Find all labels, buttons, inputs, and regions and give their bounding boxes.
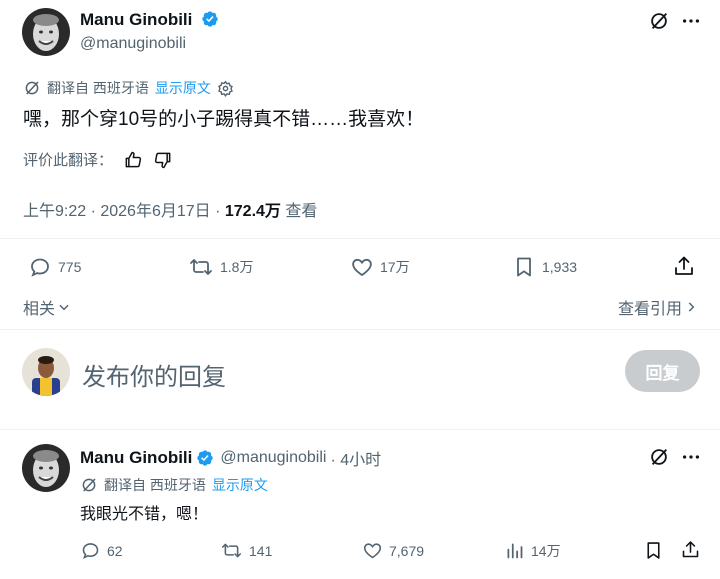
related-toggle[interactable]: 相关 [23, 295, 71, 319]
reply-text: 我眼光不错，嗯！ [80, 506, 209, 523]
reply-author-handle[interactable]: @manuginobili [220, 449, 326, 467]
tweet-text: 嘿，那个穿10号的小子踢得真不错……我喜欢！ [23, 109, 425, 130]
reply-author-name[interactable]: Manu Ginobili [80, 448, 192, 468]
rate-translation-row: 评价此翻译： [23, 149, 173, 170]
divider [0, 429, 720, 430]
retweet-icon [220, 540, 243, 561]
retweet-count: 1.8万 [220, 259, 254, 275]
view-quotes-link[interactable]: 查看引用 [618, 295, 698, 319]
reply-like-action[interactable]: 7,679 [362, 540, 424, 561]
divider [0, 329, 720, 330]
bookmark-count: 1,933 [542, 259, 578, 275]
author-name-row[interactable]: Manu Ginobili [80, 10, 219, 30]
retweet-action[interactable]: 1.8万 [188, 255, 253, 279]
reply-icon [28, 255, 52, 279]
divider [0, 238, 720, 239]
chevron-down-icon [57, 300, 71, 314]
view-quotes-label: 查看引用 [618, 301, 683, 318]
translation-bar: 翻译自 西班牙语 显示原文 [23, 78, 234, 98]
reply-translated-from-label: 翻译自 西班牙语 [104, 477, 206, 493]
reply-views-action[interactable]: 14万 [504, 540, 561, 561]
author-name[interactable]: Manu Ginobili [80, 10, 192, 29]
bookmark-action[interactable]: 1,933 [512, 255, 577, 279]
reply-translation-bar: 翻译自 西班牙语 显示原文 [80, 475, 268, 495]
reply-icon [80, 540, 101, 561]
share-icon[interactable] [672, 254, 696, 278]
reply-author-avatar[interactable] [22, 444, 70, 492]
translate-icon [80, 476, 98, 494]
translation-settings-icon[interactable] [217, 80, 234, 97]
reply-button[interactable]: 回复 [625, 350, 700, 392]
reply-reply-count: 62 [107, 542, 123, 559]
reply-retweet-count: 141 [249, 542, 273, 559]
tweet-timestamp[interactable]: 上午9:22 · 2026年6月17日 · [23, 203, 225, 220]
timestamp-row: 上午9:22 · 2026年6月17日 · 172.4万 查看 [23, 197, 317, 221]
rate-translation-label: 评价此翻译： [23, 152, 114, 169]
analytics-icon [504, 540, 525, 561]
reply-reply-action[interactable]: 62 [80, 540, 123, 561]
related-label: 相关 [23, 301, 56, 318]
like-action[interactable]: 17万 [350, 255, 410, 279]
views-label: 查看 [280, 203, 318, 220]
bookmark-icon [512, 255, 536, 279]
author-handle[interactable]: @manuginobili [80, 35, 186, 53]
heart-icon [350, 255, 374, 279]
thumbs-down-icon[interactable] [153, 150, 173, 170]
reply-views-count: 14万 [531, 542, 561, 559]
user-avatar[interactable] [22, 348, 70, 396]
share-icon[interactable] [680, 539, 701, 560]
views-count: 172.4万 [224, 203, 281, 220]
reply-input[interactable]: 发布你的回复 [82, 357, 226, 392]
translate-icon [23, 79, 41, 97]
reply-like-count: 7,679 [389, 542, 425, 559]
more-options-icon[interactable] [680, 10, 702, 32]
reply-action[interactable]: 775 [28, 255, 81, 279]
reply-count: 775 [58, 259, 82, 275]
grok-icon[interactable] [648, 446, 670, 468]
author-avatar[interactable] [22, 8, 70, 56]
grok-icon[interactable] [648, 10, 670, 32]
chevron-right-icon [684, 300, 698, 314]
bookmark-icon[interactable] [643, 540, 664, 561]
thumbs-up-icon[interactable] [123, 150, 143, 170]
reply-show-original-link[interactable]: 显示原文 [212, 475, 268, 495]
reply-header: Manu Ginobili @manuginobili · 4小时 [80, 446, 381, 470]
verified-badge-icon [196, 449, 214, 467]
show-original-link[interactable]: 显示原文 [155, 78, 211, 98]
verified-badge-icon [201, 10, 219, 28]
like-count: 17万 [380, 259, 410, 275]
translated-from-label: 翻译自 西班牙语 [47, 80, 149, 96]
heart-icon [362, 540, 383, 561]
reply-time[interactable]: · 4小时 [330, 446, 381, 470]
more-options-icon[interactable] [680, 446, 702, 468]
reply-retweet-action[interactable]: 141 [220, 540, 272, 561]
retweet-icon [188, 255, 214, 279]
